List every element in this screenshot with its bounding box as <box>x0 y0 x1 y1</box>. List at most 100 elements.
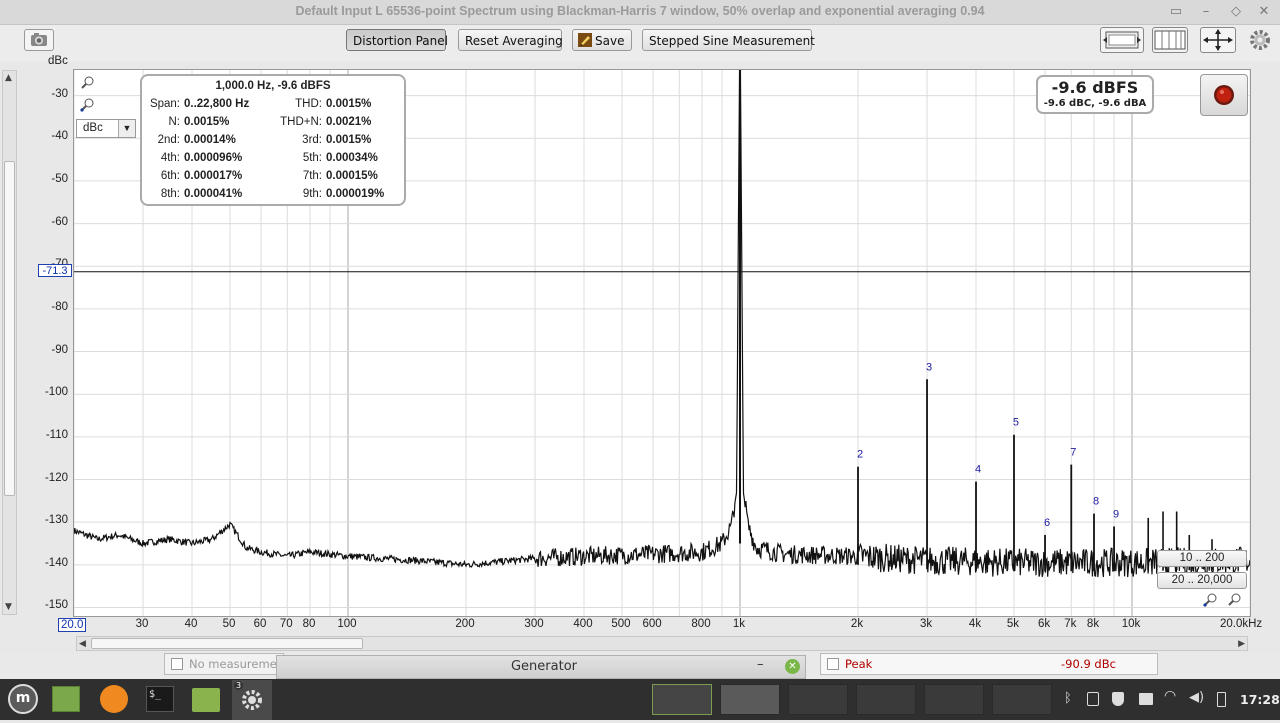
generator-minimize-icon[interactable]: – <box>757 657 764 672</box>
stepped-sine-measurement-button[interactable]: Stepped Sine Measurement <box>642 29 815 51</box>
maximize-icon[interactable]: ◇ <box>1226 2 1246 22</box>
volume-icon[interactable]: ◀) <box>1189 690 1204 705</box>
scroll-up-icon[interactable]: ▲ <box>5 73 12 83</box>
harmonic-label-2: 2 <box>857 449 863 461</box>
printer-icon[interactable] <box>1139 693 1153 705</box>
title-bar: Default Input L 65536-point Spectrum usi… <box>0 0 1280 25</box>
vertical-scrollbar[interactable]: ▲ ▼ <box>2 70 17 615</box>
x-tick-label: 1k <box>732 618 746 630</box>
desktop-icon[interactable] <box>52 686 80 712</box>
x-tick-label: 80 <box>302 618 316 630</box>
distortion-row: Span: 0..22,800 Hz THD: 0.0015% <box>142 98 404 116</box>
distortion-label: Span: <box>149 98 180 110</box>
gear-icon[interactable] <box>1248 28 1272 55</box>
peak-checkbox[interactable] <box>827 658 839 670</box>
distortion-row: 2nd: 0.00014% 3rd: 0.0015% <box>142 134 404 152</box>
zoom-out-icon[interactable] <box>80 98 96 115</box>
y-range-button[interactable]: 10 .. 200 <box>1157 550 1247 567</box>
cursor-value-label[interactable]: -71.3 <box>38 263 72 277</box>
reset-averaging-button[interactable]: Reset Averaging <box>458 29 563 51</box>
x-tick-label: 50 <box>222 618 236 630</box>
distortion-value: 0.000096% <box>184 152 243 164</box>
distortion-label: 7th: <box>302 170 322 182</box>
distortion-label: THD+N: <box>280 116 322 128</box>
harmonic-label-4: 4 <box>975 464 981 476</box>
close-icon[interactable]: ✕ <box>1254 2 1274 22</box>
x-tick-label: 7k <box>1064 618 1077 630</box>
distortion-value: 0.000019% <box>326 188 385 200</box>
x-tick-label: 5k <box>1006 618 1020 630</box>
measurement-selector[interactable]: No measureme <box>164 653 284 675</box>
pencil-icon <box>578 33 592 47</box>
horizontal-scroll-thumb[interactable] <box>91 638 363 649</box>
clipboard-icon[interactable] <box>1087 692 1099 706</box>
distortion-label: THD: <box>295 98 322 110</box>
vertical-scroll-thumb[interactable] <box>4 161 15 496</box>
distortion-value: 0.00014% <box>184 134 236 146</box>
scroll-right-icon[interactable]: ▶ <box>1238 639 1245 649</box>
battery-icon[interactable] <box>1217 692 1226 707</box>
window-menu-icon[interactable]: ▭ <box>1166 2 1186 22</box>
y-tick-label: -30 <box>51 87 68 100</box>
x-tick-label: 6k <box>1037 618 1051 630</box>
distortion-label: 9th: <box>302 188 322 200</box>
y-unit-select[interactable]: dBc ▼ <box>76 119 136 138</box>
distortion-label: 6th: <box>160 170 180 182</box>
browser-icon[interactable] <box>100 685 128 713</box>
generator-panel[interactable]: Generator – ✕ <box>276 655 806 679</box>
x-tick-label: 20.0kHz <box>1220 618 1263 630</box>
workspace-3[interactable] <box>788 684 848 715</box>
x-tick-label: 10k <box>1121 618 1141 630</box>
chevron-down-icon[interactable]: ▼ <box>118 120 135 137</box>
measurement-checkbox[interactable] <box>171 658 183 670</box>
y-tick-label: -120 <box>44 471 68 484</box>
x-zoom-out-icon[interactable] <box>1202 593 1220 610</box>
distortion-value: 0.00015% <box>326 170 378 182</box>
bluetooth-icon[interactable]: ᛒ <box>1064 691 1072 706</box>
distortion-value: 0.000017% <box>184 170 243 182</box>
distortion-label: 3rd: <box>302 134 322 146</box>
workspace-1[interactable] <box>652 684 712 715</box>
x-tick-label: 200 <box>455 618 475 630</box>
app-taskbar-button[interactable]: 3 <box>232 680 272 720</box>
distortion-value: 0.0015% <box>326 98 372 110</box>
distortion-panel-button[interactable]: Distortion Panel <box>346 29 448 51</box>
shield-icon[interactable] <box>1112 692 1124 706</box>
x-range-button[interactable]: 20 .. 20,000 <box>1157 572 1247 589</box>
harmonic-label-3: 3 <box>926 361 932 373</box>
zoom-in-icon[interactable] <box>80 76 96 93</box>
workspace-6[interactable] <box>992 684 1052 715</box>
peak-value: -90.9 dBc <box>1061 657 1116 671</box>
save-label: Save <box>595 34 625 48</box>
harmonic-label-5: 5 <box>1013 417 1019 429</box>
workspace-5[interactable] <box>924 684 984 715</box>
workspace-4[interactable] <box>856 684 916 715</box>
clock: 17:28 <box>1240 692 1280 707</box>
distortion-value: 0.000041% <box>184 188 243 200</box>
wifi-icon[interactable]: ◠ <box>1164 688 1176 704</box>
record-button[interactable] <box>1200 74 1248 116</box>
terminal-icon[interactable]: $_ <box>146 686 174 712</box>
x-zoom-in-icon[interactable] <box>1226 593 1244 610</box>
y-tick-label: -90 <box>51 343 68 356</box>
distortion-row: N: 0.0015% THD+N: 0.0021% <box>142 116 404 134</box>
scroll-left-icon[interactable]: ◀ <box>79 639 86 649</box>
minimize-icon[interactable]: – <box>1196 2 1216 22</box>
camera-icon[interactable] <box>24 29 54 51</box>
distortion-label: 8th: <box>160 188 180 200</box>
window-title: Default Input L 65536-point Spectrum usi… <box>295 4 985 18</box>
save-button[interactable]: Save <box>572 29 632 51</box>
x-tick-label: 2k <box>850 618 864 630</box>
horizontal-scrollbar[interactable]: ◀ ▶ <box>76 636 1248 651</box>
pan-arrows-icon[interactable] <box>1200 27 1236 53</box>
folder-icon[interactable] <box>192 688 220 712</box>
distortion-label: 4th: <box>160 152 180 164</box>
grid-columns-icon[interactable] <box>1152 27 1188 53</box>
y-tick-label: -130 <box>44 514 68 527</box>
x-tick-label[interactable]: 20.0 <box>58 618 87 632</box>
scroll-down-icon[interactable]: ▼ <box>5 602 12 612</box>
graph-view-icon[interactable] <box>1100 27 1144 53</box>
workspace-2[interactable] <box>720 684 780 715</box>
menu-icon[interactable]: m <box>8 684 38 714</box>
generator-close-icon[interactable]: ✕ <box>785 659 800 674</box>
